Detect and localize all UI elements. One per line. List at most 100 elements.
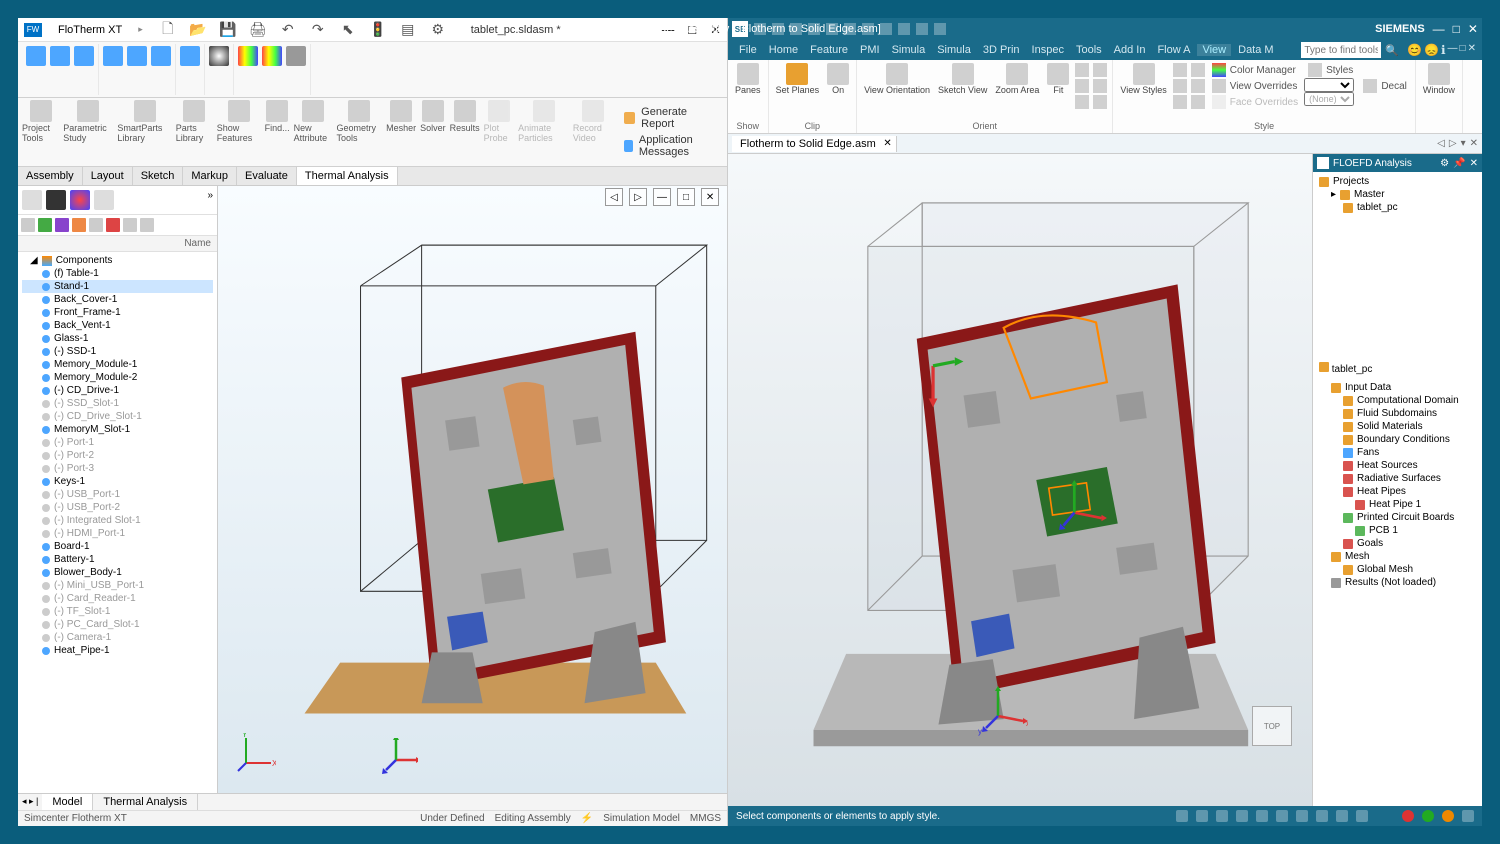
tree-item[interactable]: (-) CD_Drive_Slot-1 bbox=[22, 410, 213, 423]
ribbon-zoom-area[interactable]: Zoom Area bbox=[992, 62, 1042, 110]
analysis-item[interactable]: Results (Not loaded) bbox=[1319, 576, 1476, 589]
application-messages-link[interactable]: Application Messages bbox=[624, 132, 715, 160]
appearance1-icon[interactable] bbox=[238, 46, 258, 66]
ribbon-fit[interactable]: Fit bbox=[1044, 62, 1072, 110]
panel-pin-icon[interactable]: 📌 bbox=[1453, 158, 1465, 169]
tree-item[interactable]: Heat_Pipe-1 bbox=[22, 644, 213, 657]
tree-tool-6[interactable] bbox=[106, 218, 120, 232]
menu-pmi[interactable]: PMI bbox=[855, 44, 885, 56]
qat-11[interactable] bbox=[934, 23, 946, 35]
ribbon-view-styles[interactable]: View Styles bbox=[1117, 62, 1169, 110]
zoom-icon[interactable] bbox=[26, 46, 46, 66]
ribbon-mesher[interactable]: Mesher bbox=[386, 100, 416, 164]
se-3d-viewport[interactable]: x z y TOP bbox=[728, 154, 1312, 806]
tree-item[interactable]: (f) Table-1 bbox=[22, 267, 213, 280]
se-sub-max-icon[interactable]: □ bbox=[1460, 43, 1466, 57]
tree-tab-1[interactable] bbox=[22, 190, 42, 210]
ribbon-solver[interactable]: Solver bbox=[420, 100, 446, 164]
tab-next-icon[interactable]: ▷ bbox=[1449, 138, 1457, 149]
sico-3[interactable] bbox=[1216, 810, 1228, 822]
sico-1[interactable] bbox=[1176, 810, 1188, 822]
analysis-item[interactable]: Printed Circuit Boards bbox=[1319, 511, 1476, 524]
ribbon-project-tools[interactable]: Project Tools bbox=[22, 100, 59, 164]
ribbon-window[interactable]: Window bbox=[1420, 62, 1458, 96]
tab-markup[interactable]: Markup bbox=[183, 167, 237, 185]
analysis-item[interactable]: Heat Sources bbox=[1319, 459, 1476, 472]
tree-item[interactable]: (-) Port-3 bbox=[22, 462, 213, 475]
menu-home[interactable]: Home bbox=[764, 44, 803, 56]
options-icon[interactable]: ▤ bbox=[399, 21, 417, 39]
panel-opt-icon[interactable]: ⚙ bbox=[1440, 158, 1449, 169]
generate-report-link[interactable]: Generate Report bbox=[624, 104, 715, 132]
se-maximize-icon[interactable]: □ bbox=[1453, 22, 1460, 36]
analysis-item[interactable]: Fluid Subdomains bbox=[1319, 407, 1476, 420]
tree-item[interactable]: Board-1 bbox=[22, 540, 213, 553]
view-cube[interactable]: TOP bbox=[1252, 706, 1292, 746]
analysis-root[interactable]: tablet_pc bbox=[1313, 359, 1482, 378]
se-close-icon[interactable]: ✕ bbox=[1468, 22, 1478, 36]
gear-icon[interactable]: ⚙ bbox=[429, 21, 447, 39]
analysis-item[interactable]: Boundary Conditions bbox=[1319, 433, 1476, 446]
tree-item[interactable]: Front_Frame-1 bbox=[22, 306, 213, 319]
pan-icon[interactable] bbox=[74, 46, 94, 66]
tree-item[interactable]: Battery-1 bbox=[22, 553, 213, 566]
overrides-select-2[interactable]: (None) bbox=[1304, 92, 1354, 106]
sico-end[interactable] bbox=[1462, 810, 1474, 822]
se-sub-close-icon[interactable]: ✕ bbox=[1468, 43, 1476, 57]
view-max-icon[interactable]: □ bbox=[677, 188, 695, 206]
doc-tab-close-icon[interactable]: ✕ bbox=[883, 138, 891, 149]
se-sub-min-icon[interactable]: — bbox=[1448, 43, 1458, 57]
ribbon-new-attribute[interactable]: New Attribute bbox=[294, 100, 333, 164]
ribbon-set-planes[interactable]: Set Planes bbox=[773, 62, 823, 96]
tree-tab-3[interactable] bbox=[70, 190, 90, 210]
section-icon[interactable] bbox=[180, 46, 200, 66]
tree-item[interactable]: (-) Integrated Slot-1 bbox=[22, 514, 213, 527]
menu-simulate1[interactable]: Simula bbox=[887, 44, 931, 56]
cube1-icon[interactable] bbox=[103, 46, 123, 66]
styles-dropdown[interactable]: Styles bbox=[1304, 62, 1357, 78]
analysis-item[interactable]: Radiative Surfaces bbox=[1319, 472, 1476, 485]
tree-item[interactable]: (-) TF_Slot-1 bbox=[22, 605, 213, 618]
find-tools-input[interactable] bbox=[1301, 42, 1381, 58]
analysis-item[interactable]: Global Mesh bbox=[1319, 563, 1476, 576]
color-manager[interactable]: Color Manager bbox=[1208, 62, 1302, 78]
tab-close-all-icon[interactable]: ✕ bbox=[1470, 138, 1478, 149]
ribbon-panes[interactable]: Panes bbox=[732, 62, 764, 96]
tree-item[interactable]: Stand-1 bbox=[22, 280, 213, 293]
happy-icon[interactable]: 😊 bbox=[1407, 43, 1422, 57]
print-icon[interactable]: 🖨 bbox=[249, 21, 267, 39]
tree-tool-7[interactable] bbox=[123, 218, 137, 232]
open-icon[interactable]: 📂 bbox=[189, 21, 207, 39]
sw-tree-list[interactable]: ◢ Components (f) Table-1Stand-1Back_Cove… bbox=[18, 252, 217, 793]
tree-item[interactable]: (-) USB_Port-2 bbox=[22, 501, 213, 514]
menu-features[interactable]: Feature bbox=[805, 44, 853, 56]
undo-icon[interactable]: ↶ bbox=[279, 21, 297, 39]
sico-2[interactable] bbox=[1196, 810, 1208, 822]
rotate-icon[interactable] bbox=[50, 46, 70, 66]
sw-3d-viewport[interactable]: ◁ ▷ — □ ✕ bbox=[218, 186, 727, 793]
next-view-icon[interactable]: ▷ bbox=[629, 188, 647, 206]
select-icon[interactable]: ⬉ bbox=[339, 21, 357, 39]
qat-9[interactable] bbox=[898, 23, 910, 35]
ribbon-on[interactable]: On bbox=[824, 62, 852, 96]
tree-item[interactable]: (-) Mini_USB_Port-1 bbox=[22, 579, 213, 592]
view-overrides[interactable]: View Overrides bbox=[1208, 78, 1302, 94]
tab-prev-icon[interactable]: ◁ bbox=[1437, 138, 1445, 149]
tree-expand-icon[interactable]: » bbox=[207, 190, 213, 210]
tab-layout[interactable]: Layout bbox=[83, 167, 133, 185]
ribbon-parts-library[interactable]: Parts Library bbox=[176, 100, 213, 164]
project-tablet-pc[interactable]: tablet_pc bbox=[1319, 201, 1476, 214]
qat-10[interactable] bbox=[916, 23, 928, 35]
new-icon[interactable]: 🗋 bbox=[159, 21, 177, 39]
ribbon-results[interactable]: Results bbox=[450, 100, 480, 164]
tree-item[interactable]: (-) SSD_Slot-1 bbox=[22, 397, 213, 410]
tab-sketch[interactable]: Sketch bbox=[133, 167, 184, 185]
tree-item[interactable]: (-) CD_Drive-1 bbox=[22, 384, 213, 397]
tab-list-icon[interactable]: ▾ bbox=[1461, 138, 1466, 149]
tab-assembly[interactable]: Assembly bbox=[18, 167, 83, 185]
menu-addins[interactable]: Add In bbox=[1109, 44, 1151, 56]
analysis-item[interactable]: Heat Pipe 1 bbox=[1319, 498, 1476, 511]
tree-root[interactable]: ◢ Components bbox=[22, 254, 213, 267]
ribbon-geometry-tools[interactable]: Geometry Tools bbox=[337, 100, 383, 164]
tree-item[interactable]: Back_Vent-1 bbox=[22, 319, 213, 332]
